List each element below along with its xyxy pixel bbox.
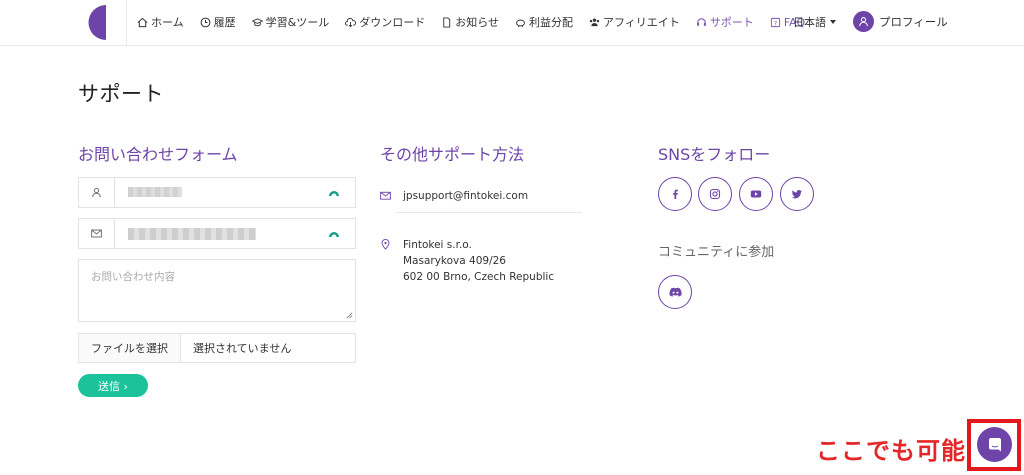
grammarly-icon[interactable] bbox=[328, 228, 340, 237]
redacted-email-value bbox=[128, 228, 256, 240]
document-icon bbox=[443, 16, 451, 28]
submit-button[interactable]: 送信 › bbox=[78, 374, 148, 397]
fintokei-logo[interactable] bbox=[88, 5, 106, 40]
redacted-name-value bbox=[128, 187, 182, 197]
cloud-download-icon bbox=[345, 17, 357, 27]
nav-label: ダウンロード bbox=[359, 16, 426, 29]
clock-icon bbox=[200, 17, 211, 27]
nav-item-support[interactable]: サポート bbox=[696, 14, 754, 30]
nav-item-download[interactable]: ダウンロード bbox=[345, 14, 425, 30]
nav-label: 学習&ツール bbox=[265, 16, 330, 29]
profile-menu[interactable]: プロフィール bbox=[853, 11, 948, 32]
annotation-text: ここでも可能 bbox=[816, 437, 966, 465]
grammarly-icon[interactable] bbox=[328, 187, 340, 196]
other-support-heading: その他サポート方法 bbox=[380, 145, 525, 164]
envelope-icon bbox=[91, 229, 102, 238]
nav-item-history[interactable]: 履歴 bbox=[200, 14, 236, 30]
users-icon bbox=[589, 18, 600, 26]
youtube-button[interactable] bbox=[739, 177, 773, 211]
instagram-button[interactable] bbox=[698, 177, 732, 211]
instagram-icon bbox=[709, 188, 721, 200]
language-label: 日本語 bbox=[793, 16, 826, 29]
chat-launcher-button[interactable] bbox=[977, 427, 1012, 462]
facebook-icon bbox=[673, 189, 678, 199]
nav-item-learning-tools[interactable]: 学習&ツール bbox=[251, 14, 330, 30]
resize-handle-icon[interactable] bbox=[346, 312, 353, 319]
graduation-cap-icon bbox=[251, 17, 263, 26]
headset-icon bbox=[696, 17, 706, 26]
user-icon bbox=[859, 17, 868, 27]
sns-heading: SNSをフォロー bbox=[658, 145, 771, 164]
nav-label: お知らせ bbox=[455, 16, 500, 29]
message-textarea[interactable]: お問い合わせ内容 bbox=[78, 259, 356, 322]
nav-item-home[interactable]: ホーム bbox=[137, 14, 184, 30]
mail-icon bbox=[380, 191, 391, 200]
facebook-button[interactable] bbox=[658, 177, 692, 211]
nav-label: 履歴 bbox=[213, 16, 236, 29]
file-upload-field: ファイルを選択 選択されていません bbox=[78, 333, 356, 363]
question-icon: ? bbox=[770, 17, 780, 27]
chevron-down-icon bbox=[830, 20, 836, 24]
piggy-bank-icon bbox=[516, 19, 525, 27]
user-icon bbox=[92, 187, 101, 198]
file-status: 選択されていません bbox=[193, 342, 292, 355]
community-heading: コミュニティに参加 bbox=[658, 245, 775, 260]
discord-button[interactable] bbox=[658, 275, 692, 309]
address-line-3: 602 00 Brno, Czech Republic bbox=[403, 271, 555, 283]
language-dropdown[interactable]: 日本語 bbox=[793, 14, 836, 30]
name-field[interactable] bbox=[78, 177, 356, 208]
choose-file-button[interactable]: ファイルを選択 bbox=[79, 334, 181, 362]
contact-form-heading: お問い合わせフォーム bbox=[78, 145, 238, 164]
location-pin-icon bbox=[381, 239, 390, 250]
nav-label: アフィリエイト bbox=[603, 16, 680, 29]
avatar bbox=[853, 11, 874, 32]
nav-item-profit-share[interactable]: 利益分配 bbox=[515, 14, 573, 30]
address-line-1: Fintokei s.r.o. bbox=[403, 239, 472, 251]
main-nav: ホーム 履歴 学習&ツール ダウンロード お知らせ 利益分配 アフィリエイト サ… bbox=[137, 0, 821, 44]
chat-bubble-icon bbox=[988, 437, 1001, 451]
address-line-2: Masarykova 409/26 bbox=[403, 255, 506, 267]
home-icon bbox=[137, 17, 148, 27]
nav-label: 利益分配 bbox=[529, 16, 574, 29]
message-placeholder: お問い合わせ内容 bbox=[91, 271, 175, 283]
name-field-icon-box bbox=[79, 178, 115, 207]
page-title: サポート bbox=[78, 82, 164, 106]
logo-divider bbox=[126, 0, 127, 46]
profile-label: プロフィール bbox=[879, 14, 948, 29]
nav-label: サポート bbox=[709, 16, 754, 29]
nav-item-news[interactable]: お知らせ bbox=[441, 14, 499, 30]
twitter-button[interactable] bbox=[780, 177, 814, 211]
email-field-icon-box bbox=[79, 219, 115, 248]
twitter-icon bbox=[791, 190, 802, 199]
top-navigation-bar: ホーム 履歴 学習&ツール ダウンロード お知らせ 利益分配 アフィリエイト サ… bbox=[0, 0, 1024, 46]
support-email-text: jpsupport@fintokei.com bbox=[403, 190, 529, 202]
youtube-icon bbox=[750, 190, 762, 198]
discord-icon bbox=[668, 287, 682, 297]
nav-item-affiliate[interactable]: アフィリエイト bbox=[589, 14, 680, 30]
contact-divider bbox=[396, 212, 582, 213]
svg-text:?: ? bbox=[774, 19, 777, 27]
nav-label: ホーム bbox=[151, 16, 184, 29]
